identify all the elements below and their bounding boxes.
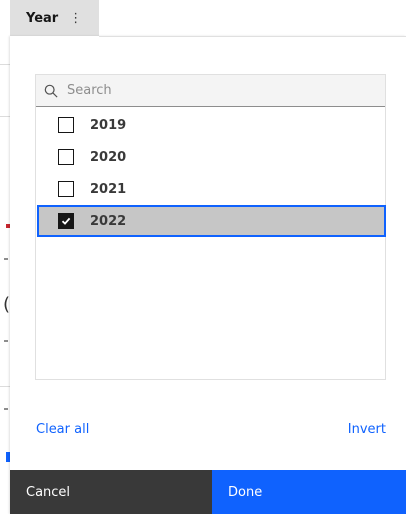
list-item-label: 2020	[90, 149, 127, 165]
search-icon	[44, 84, 58, 98]
value-listbox: 2019 2020 2021 2022	[35, 74, 386, 380]
value-list: 2019 2020 2021 2022	[36, 109, 386, 237]
list-item-2021[interactable]: 2021	[36, 173, 385, 205]
cancel-button[interactable]: Cancel	[10, 470, 212, 514]
background-fragment	[4, 408, 8, 410]
filter-panel: 2019 2020 2021 2022 Clear all Invert	[10, 36, 406, 514]
list-item-2020[interactable]: 2020	[36, 141, 385, 173]
list-item-label: 2021	[90, 181, 127, 197]
checkbox-checked[interactable]	[58, 213, 74, 229]
checkbox[interactable]	[58, 181, 74, 197]
done-button[interactable]: Done	[212, 470, 406, 514]
checkbox[interactable]	[58, 117, 74, 133]
background-fragment: (	[3, 294, 11, 315]
checkmark-icon	[61, 217, 71, 225]
background-fragment	[4, 258, 8, 260]
background-fragment	[0, 116, 10, 117]
checkbox[interactable]	[58, 149, 74, 165]
list-item-label: 2019	[90, 117, 127, 133]
header-title: Year	[26, 10, 59, 26]
clear-all-link[interactable]: Clear all	[36, 422, 89, 437]
background-fragment	[0, 386, 10, 387]
list-item-label: 2022	[90, 213, 127, 229]
overflow-menu-icon[interactable]: ⋮	[69, 11, 82, 26]
background-fragment	[4, 340, 8, 342]
search-bar	[36, 75, 385, 107]
panel-divider	[99, 36, 406, 37]
list-item-2022[interactable]: 2022	[37, 205, 386, 237]
year-filter-header: Year ⋮	[10, 0, 99, 36]
background-fragment	[0, 64, 10, 65]
search-input[interactable]	[67, 83, 367, 98]
invert-link[interactable]: Invert	[348, 422, 386, 437]
action-buttons: Cancel Done	[10, 470, 406, 514]
list-item-2019[interactable]: 2019	[36, 109, 385, 141]
